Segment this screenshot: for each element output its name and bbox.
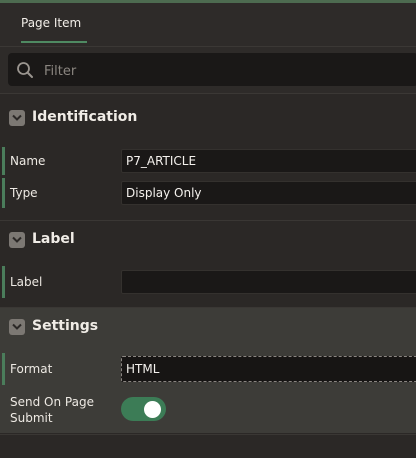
required-marker	[2, 353, 5, 385]
tab-label: Page Item	[21, 16, 82, 30]
property-label-text: Label	[0, 266, 416, 298]
property-label: Submit	[10, 411, 53, 425]
filter-bar	[0, 46, 416, 94]
group-header-label[interactable]: Label	[0, 220, 416, 259]
format-value: HTML	[126, 362, 160, 376]
toggle-knob	[144, 401, 161, 418]
chevron-down-icon[interactable]	[9, 319, 25, 335]
property-label: Name	[10, 154, 46, 168]
group-title: Label	[32, 231, 75, 247]
filter-input[interactable]	[42, 59, 406, 83]
property-type: Type Display Only	[0, 178, 416, 208]
property-label: Label	[10, 275, 43, 289]
format-select[interactable]: HTML	[121, 356, 416, 382]
type-select[interactable]: Display Only	[121, 181, 416, 205]
required-marker	[2, 178, 5, 208]
chevron-down-icon[interactable]	[9, 110, 25, 126]
group-title: Settings	[32, 318, 99, 334]
group-header-next[interactable]	[0, 434, 416, 458]
label-field[interactable]	[121, 270, 416, 294]
property-label: Send On Page	[10, 395, 94, 409]
name-value: P7_ARTICLE	[126, 154, 197, 168]
tab-bar: Page Item	[0, 3, 416, 46]
group-next-header	[0, 434, 416, 457]
required-marker	[2, 266, 5, 298]
property-label: Type	[10, 186, 38, 200]
group-header-settings[interactable]: Settings	[0, 307, 416, 346]
property-format: Format HTML	[0, 353, 416, 385]
property-name: Name P7_ARTICLE	[0, 147, 416, 175]
required-marker	[2, 147, 5, 175]
name-field[interactable]: P7_ARTICLE	[121, 149, 416, 173]
group-title: Identification	[32, 109, 138, 125]
tab-page-item[interactable]: Page Item	[12, 3, 87, 43]
active-tab-indicator	[21, 41, 87, 43]
filter-field[interactable]	[8, 53, 416, 86]
property-send-on-page-submit: Send On Page Submit	[0, 393, 416, 429]
send-on-page-submit-toggle[interactable]	[121, 397, 166, 421]
chevron-down-icon[interactable]	[9, 232, 25, 248]
group-header-identification[interactable]: Identification	[0, 99, 416, 137]
type-value: Display Only	[126, 186, 202, 200]
search-icon	[17, 62, 33, 78]
property-label: Format	[10, 362, 53, 376]
